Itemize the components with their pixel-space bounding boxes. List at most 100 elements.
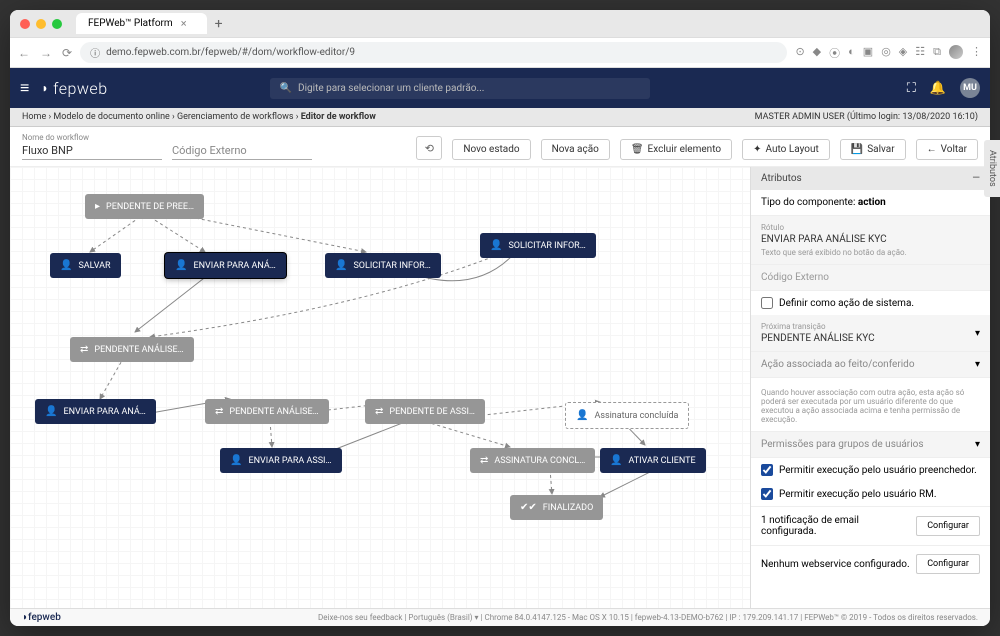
next-transition-dropdown[interactable]: Próxima transição PENDENTE ANÁLISE KYC ▾ <box>751 315 990 352</box>
person-icon: 👤 <box>576 410 588 421</box>
close-tab-icon[interactable]: × <box>181 17 187 30</box>
rotulo-input[interactable]: ENVIAR PARA ANÁLISE KYC <box>761 234 980 245</box>
forward-icon[interactable]: → <box>40 46 52 60</box>
ext-icon[interactable]: ⧉ <box>933 45 941 61</box>
url-field[interactable]: ⓘ demo.fepweb.com.br/fepweb/#/dom/workfl… <box>80 42 787 63</box>
save-button[interactable]: 💾Salvar <box>840 139 906 160</box>
rotulo-hint: Texto que será exibido no botão da ação. <box>761 248 980 257</box>
new-tab-button[interactable]: + <box>215 16 223 32</box>
chevron-down-icon: ▾ <box>975 328 980 339</box>
breadcrumb[interactable]: Home › Modelo de documento online › Gere… <box>22 112 376 122</box>
workflow-canvas[interactable]: ▸PENDENTE DE PREE… 👤SALVAR 👤ENVIAR PARA … <box>10 167 750 608</box>
site-info-icon[interactable]: ⓘ <box>90 45 100 60</box>
search-placeholder: Digite para selecionar um cliente padrão… <box>298 83 484 94</box>
back-icon[interactable]: ← <box>18 46 30 60</box>
back-button[interactable]: ←Voltar <box>916 139 978 160</box>
node-solicitar-infor-2[interactable]: 👤SOLICITAR INFOR… <box>480 233 596 258</box>
user-info-text: MASTER ADMIN USER (Último login: 13/08/2… <box>755 112 978 122</box>
fullscreen-icon[interactable]: ⛶ <box>907 81 916 96</box>
new-action-button[interactable]: Nova ação <box>541 139 610 160</box>
configure-email-button[interactable]: Configurar <box>916 516 980 536</box>
allow-preenchedor-checkbox[interactable] <box>761 464 773 476</box>
node-ativar-cliente[interactable]: 👤ATIVAR CLIENTE <box>600 448 706 473</box>
bell-icon[interactable]: 🔔 <box>930 81 946 96</box>
collapse-icon[interactable]: — <box>972 173 980 184</box>
ext-icon[interactable]: ◐ <box>848 45 855 61</box>
app-logo[interactable]: fepweb <box>41 79 107 98</box>
minimize-window-icon[interactable] <box>36 19 46 29</box>
workflow-name-input[interactable] <box>22 142 162 160</box>
browser-tab[interactable]: FEPWeb™ Platform × <box>76 13 207 34</box>
node-pendente-analise-2[interactable]: ⇄PENDENTE ANÁLISE… <box>205 399 329 424</box>
node-enviar-analise[interactable]: 👤ENVIAR PARA ANÁ… <box>165 253 286 278</box>
component-type-row: Tipo do componente: action <box>751 190 990 216</box>
node-enviar-assi[interactable]: 👤ENVIAR PARA ASSI… <box>220 448 342 473</box>
permissions-dropdown[interactable]: Permissões para grupos de usuários ▾ <box>751 432 990 458</box>
address-bar: ← → ⟳ ⓘ demo.fepweb.com.br/fepweb/#/dom/… <box>10 38 990 68</box>
hamburger-menu-icon[interactable]: ≡ <box>20 78 29 98</box>
node-pendente-pre[interactable]: ▸PENDENTE DE PREE… <box>85 194 204 219</box>
node-assinatura-concl[interactable]: ⇄ASSINATURA CONCL… <box>470 448 595 473</box>
person-icon: 👤 <box>230 455 242 466</box>
delete-element-button[interactable]: 🗑Excluir elemento <box>620 139 732 160</box>
system-action-checkbox[interactable] <box>761 297 773 309</box>
associated-hint: Quando houver associação com outra ação,… <box>751 378 990 432</box>
external-code-field <box>172 142 312 160</box>
app-header: ≡ fepweb 🔍 Digite para selecionar um cli… <box>10 68 990 108</box>
extension-icons: ⊙ ◆ ⦿ ◐ ▣ ◎ ◈ ☷ ⧉ ⋮ <box>795 45 982 61</box>
node-enviar-analise-2[interactable]: 👤ENVIAR PARA ANÁ… <box>35 399 156 424</box>
menu-icon[interactable]: ⋮ <box>971 45 982 61</box>
check-all-icon: ✔✔ <box>520 502 537 513</box>
person-icon: 👤 <box>175 260 187 271</box>
main-area: ▸PENDENTE DE PREE… 👤SALVAR 👤ENVIAR PARA … <box>10 167 990 608</box>
allow-rm-row: Permitir execução pelo usuário RM. <box>751 482 990 506</box>
node-finalizado[interactable]: ✔✔FINALIZADO <box>510 495 603 520</box>
toolbar: Nome do workflow ⟲ Novo estado Nova ação… <box>10 127 990 167</box>
rotulo-label: Rótulo <box>761 223 980 232</box>
node-salvar[interactable]: 👤SALVAR <box>50 253 121 278</box>
person-icon: 👤 <box>490 240 502 251</box>
footer-logo: ◗fepweb <box>22 612 61 623</box>
node-pendente-analise[interactable]: ⇄PENDENTE ANÁLISE… <box>70 337 194 362</box>
maximize-window-icon[interactable] <box>52 19 62 29</box>
ext-icon[interactable]: ◆ <box>813 45 821 61</box>
node-solicitar-infor[interactable]: 👤SOLICITAR INFOR… <box>325 253 441 278</box>
client-search-input[interactable]: 🔍 Digite para selecionar um cliente padr… <box>270 78 650 99</box>
codigo-externo-section[interactable]: Código Externo <box>751 265 990 291</box>
close-window-icon[interactable] <box>20 19 30 29</box>
system-action-checkbox-row: Definir como ação de sistema. <box>751 291 990 315</box>
nav-controls: ← → ⟳ <box>18 46 72 60</box>
rotulo-section: Rótulo ENVIAR PARA ANÁLISE KYC Texto que… <box>751 216 990 265</box>
attributes-side-tab[interactable]: Atributos <box>984 167 990 197</box>
trash-icon: 🗑 <box>631 144 644 155</box>
play-icon: ▸ <box>95 201 100 212</box>
url-text: demo.fepweb.com.br/fepweb/#/dom/workflow… <box>106 47 355 58</box>
swap-icon: ⇄ <box>375 406 383 417</box>
reload-icon[interactable]: ⟳ <box>62 46 72 60</box>
user-badge[interactable]: MU <box>960 78 980 98</box>
link-icon-button[interactable]: ⟲ <box>416 136 442 160</box>
swap-icon: ⇄ <box>80 344 88 355</box>
ext-icon[interactable]: ⊙ <box>795 45 804 61</box>
header-right: ⛶ 🔔 MU <box>907 78 980 98</box>
breadcrumb-bar: Home › Modelo de documento online › Gere… <box>10 108 990 127</box>
ext-icon[interactable]: ▣ <box>863 45 873 61</box>
ext-icon[interactable]: ⦿ <box>829 45 840 61</box>
new-state-button[interactable]: Novo estado <box>452 139 530 160</box>
auto-layout-button[interactable]: ✦Auto Layout <box>742 139 830 160</box>
ext-icon[interactable]: ◎ <box>881 45 891 61</box>
external-code-input[interactable] <box>172 142 312 160</box>
webservice-config-row: Nenhum webservice configurado. Configura… <box>751 545 990 582</box>
node-pendente-assi[interactable]: ⇄PENDENTE DE ASSI… <box>365 399 485 424</box>
ext-icon[interactable]: ☷ <box>915 45 925 61</box>
profile-avatar-icon[interactable] <box>949 45 963 59</box>
ext-icon[interactable]: ◈ <box>899 45 907 61</box>
configure-webservice-button[interactable]: Configurar <box>916 554 980 574</box>
node-assinatura-concluida[interactable]: 👤Assinatura concluída <box>565 402 689 429</box>
system-action-label: Definir como ação de sistema. <box>779 298 914 309</box>
search-icon: 🔍 <box>280 83 292 94</box>
allow-rm-checkbox[interactable] <box>761 488 773 500</box>
associated-action-dropdown[interactable]: Ação associada ao feito/conferido ▾ <box>751 352 990 378</box>
allow-preenchedor-row: Permitir execução pelo usuário preenched… <box>751 458 990 482</box>
footer-text: Deixe-nos seu feedback | Português (Bras… <box>318 613 978 622</box>
